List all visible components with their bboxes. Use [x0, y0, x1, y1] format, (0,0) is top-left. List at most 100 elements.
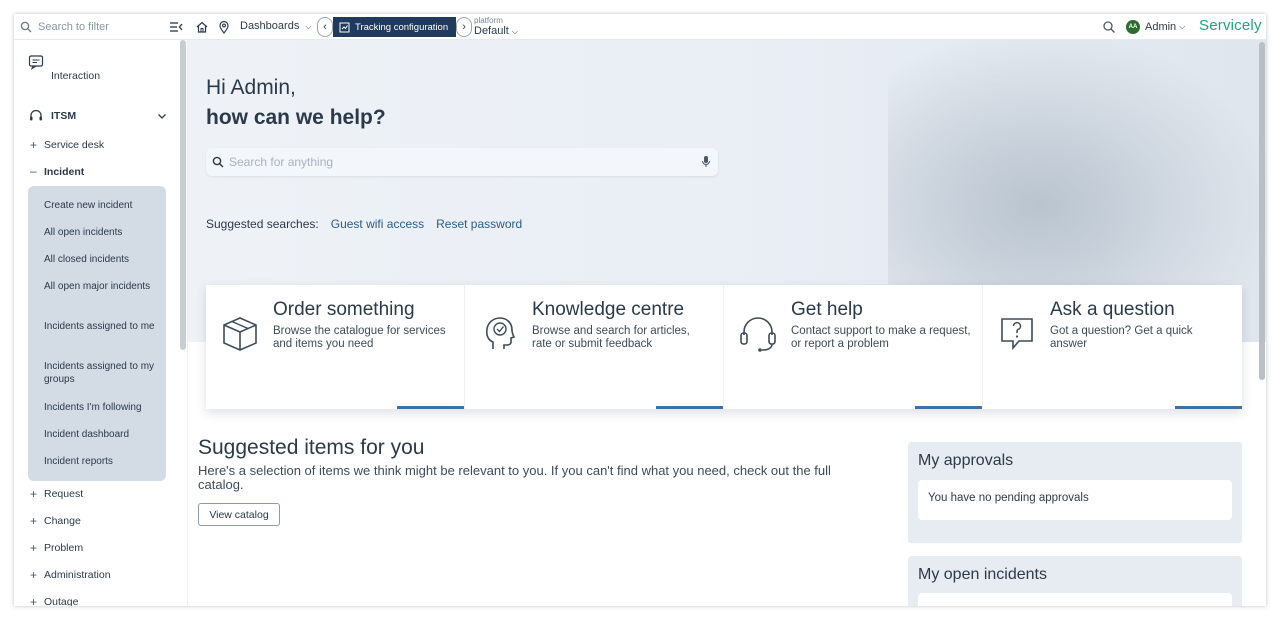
card-description: Contact support to make a request, or re…	[791, 325, 971, 350]
submenu-item[interactable]: Incidents assigned to my groups	[44, 360, 159, 386]
open-incidents-panel: My open incidents	[908, 556, 1242, 606]
tracking-configuration-tab[interactable]: Tracking configuration	[333, 17, 457, 37]
open-incidents-card	[918, 593, 1232, 606]
plus-icon: +	[30, 487, 38, 501]
plus-icon: +	[30, 138, 38, 152]
incident-submenu: Create new incident All open incidents A…	[28, 186, 166, 481]
submenu-item[interactable]: Incidents assigned to me	[44, 320, 159, 333]
plus-icon: +	[30, 595, 38, 606]
open-incidents-title: My open incidents	[918, 566, 1047, 583]
suggested-label: Suggested searches:	[206, 217, 319, 231]
sidebar-item-problem[interactable]: Problem	[44, 542, 83, 554]
tracking-label: Tracking configuration	[355, 21, 449, 33]
next-button[interactable]: ›	[456, 17, 473, 37]
location-pin-icon[interactable]	[216, 19, 232, 35]
sidebar-item-itsm[interactable]: ITSM	[51, 110, 76, 122]
card-accent-bar	[397, 406, 464, 409]
suggested-searches: Suggested searches: Guest wifi access Re…	[206, 217, 522, 231]
card-accent-bar	[656, 406, 723, 409]
box-icon	[223, 317, 257, 351]
filter-box[interactable]: Search to filter	[20, 18, 180, 36]
search-bar[interactable]: Search for anything	[206, 148, 718, 176]
prev-button[interactable]: ‹	[317, 17, 333, 37]
approvals-panel: My approvals You have no pending approva…	[908, 442, 1242, 543]
sidebar-item-administration[interactable]: Administration	[44, 569, 111, 581]
platform-value: Default	[474, 25, 509, 37]
search-input[interactable]: Search for anything	[229, 155, 333, 169]
minus-icon: –	[30, 164, 37, 178]
brand-logo: Servicely	[1199, 17, 1262, 34]
question-bubble-icon	[1001, 318, 1033, 351]
card-accent-bar	[915, 406, 982, 409]
card-get-help[interactable]: Get help Contact support to make a reque…	[724, 285, 983, 409]
sidebar-item-outage[interactable]: Outage	[44, 596, 78, 606]
plus-icon: +	[30, 541, 38, 555]
submenu-item[interactable]: All closed incidents	[44, 253, 159, 266]
card-ask-question[interactable]: Ask a question Got a question? Get a qui…	[983, 285, 1242, 409]
chevron-right-icon: ›	[462, 21, 466, 33]
suggested-items-title: Suggested items for you	[198, 436, 425, 459]
filter-input[interactable]: Search to filter	[38, 21, 109, 33]
sidebar-item-change[interactable]: Change	[44, 515, 81, 527]
dashboards-label: Dashboards	[240, 20, 300, 32]
platform-selector[interactable]: platform Default ⌵	[474, 16, 518, 37]
sidebar-item-request[interactable]: Request	[44, 488, 83, 500]
help-heading: how can we help?	[206, 106, 386, 129]
submenu-item[interactable]: Incidents I'm following	[44, 401, 159, 414]
card-knowledge-centre[interactable]: Knowledge centre Browse and search for a…	[465, 285, 724, 409]
submenu-item[interactable]: Incident reports	[44, 455, 159, 468]
approvals-title: My approvals	[918, 452, 1014, 469]
microphone-icon[interactable]	[701, 155, 711, 168]
user-menu[interactable]: AA Admin ⌵	[1126, 20, 1185, 34]
user-label: Admin	[1145, 21, 1177, 33]
global-search-icon[interactable]	[1101, 19, 1117, 35]
submenu-item[interactable]: All open incidents	[44, 226, 159, 239]
main-content: Hi Admin, how can we help? Search for an…	[188, 40, 1266, 606]
greeting: Hi Admin,	[206, 76, 296, 99]
card-title: Get help	[791, 299, 863, 320]
search-icon	[20, 21, 32, 33]
tracking-nav: ‹ Tracking configuration ›	[317, 17, 473, 37]
card-title: Order something	[273, 299, 415, 320]
avatar: AA	[1126, 20, 1140, 34]
card-description: Browse the catalogue for services and it…	[273, 325, 446, 350]
chevron-down-icon: ⌵	[305, 22, 312, 31]
app-window: Search to filter Dashboards ⌵ ‹ Tracking…	[14, 14, 1266, 606]
headset-icon	[740, 317, 776, 352]
sidebar-scrollbar[interactable]	[180, 40, 186, 350]
head-check-icon	[485, 317, 516, 349]
plus-icon: +	[30, 514, 38, 528]
collapse-menu-icon[interactable]	[168, 19, 184, 35]
home-icon[interactable]	[194, 19, 210, 35]
chevron-down-icon[interactable]	[156, 110, 168, 122]
suggested-search-link[interactable]: Guest wifi access	[331, 217, 424, 231]
suggested-search-link[interactable]: Reset password	[436, 217, 522, 231]
approvals-empty-text: You have no pending approvals	[928, 492, 1089, 504]
sidebar-item-interaction[interactable]: Interaction	[51, 70, 100, 82]
sidebar-item-service-desk[interactable]: Service desk	[44, 139, 104, 151]
submenu-item[interactable]: Incident dashboard	[44, 428, 159, 441]
plus-icon: +	[30, 568, 38, 582]
card-title: Knowledge centre	[532, 299, 685, 320]
approvals-empty-card: You have no pending approvals	[918, 480, 1232, 520]
headset-icon	[30, 109, 42, 121]
search-icon	[212, 156, 224, 168]
chat-icon	[28, 55, 44, 70]
suggested-items-text: Here's a selection of items we think mig…	[198, 463, 831, 492]
submenu-item[interactable]: All open major incidents	[44, 280, 159, 293]
chevron-down-icon: ⌵	[511, 27, 518, 36]
sidebar-item-incident[interactable]: Incident	[44, 166, 84, 178]
top-bar: Search to filter Dashboards ⌵ ‹ Tracking…	[14, 14, 1266, 40]
sidebar: Interaction ITSM + Service desk – Incide…	[14, 40, 188, 606]
tracking-icon	[339, 22, 350, 32]
chevron-down-icon: ⌵	[1179, 22, 1186, 31]
view-catalog-button[interactable]: View catalog	[198, 503, 280, 526]
card-order-something[interactable]: Order something Browse the catalogue for…	[206, 285, 465, 409]
card-title: Ask a question	[1050, 299, 1175, 320]
card-description: Browse and search for articles, rate or …	[532, 325, 690, 350]
main-scrollbar[interactable]	[1259, 42, 1265, 380]
dashboards-menu[interactable]: Dashboards ⌵	[240, 20, 311, 32]
card-accent-bar	[1175, 406, 1242, 409]
submenu-item[interactable]: Create new incident	[44, 199, 159, 212]
card-description: Got a question? Get a quick answer	[1050, 325, 1193, 350]
